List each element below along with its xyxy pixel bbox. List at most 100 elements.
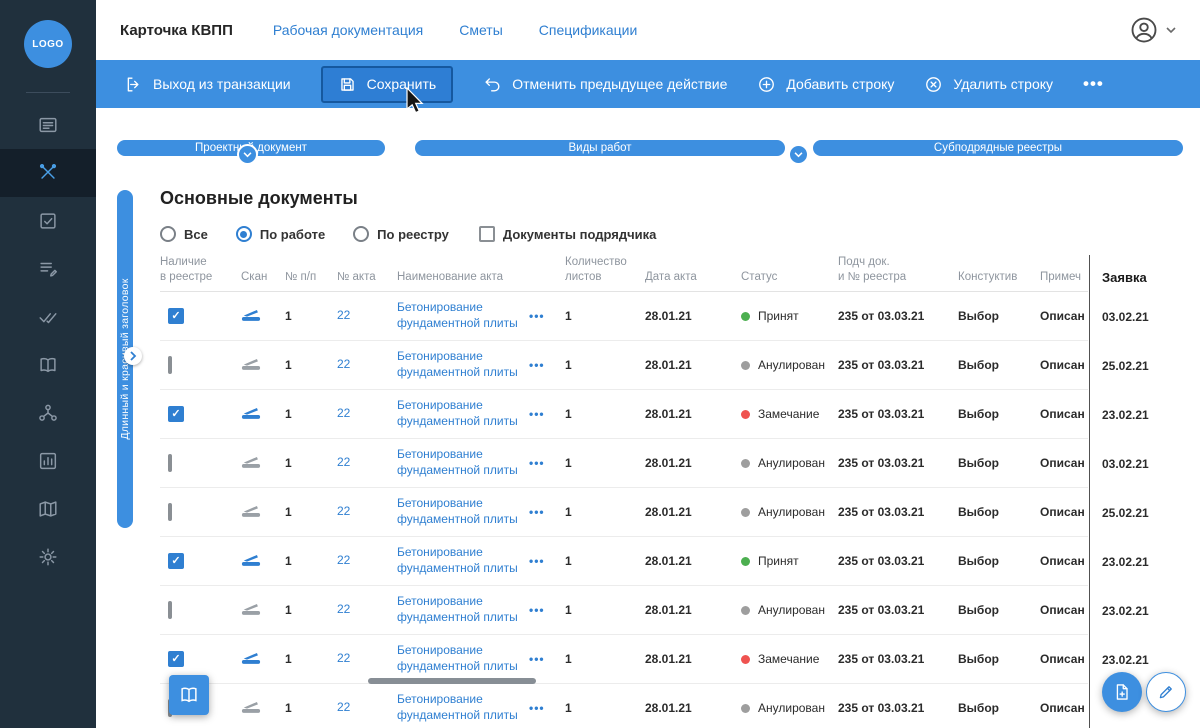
radio-icon[interactable]	[353, 226, 370, 242]
exit-transaction-button[interactable]: Выход из транзакции	[124, 75, 291, 94]
act-name-link[interactable]: Бетонирование фундаментной плиты	[397, 692, 521, 723]
radio-icon[interactable]	[235, 226, 252, 242]
row-menu-button[interactable]: •••	[529, 652, 545, 666]
act-number-link[interactable]: 22	[337, 308, 350, 322]
filter-radio-option[interactable]: Все	[160, 226, 208, 242]
act-number-link[interactable]: 22	[337, 455, 350, 469]
row-menu-button[interactable]: •••	[529, 309, 545, 323]
scan-icon[interactable]	[241, 601, 261, 616]
collapsed-panel-tab[interactable]: Длинный и красивый заголовок	[117, 190, 142, 528]
pill-expand-button-2[interactable]	[788, 144, 809, 165]
scan-icon[interactable]	[241, 307, 261, 322]
constructive-value: Выбор	[958, 358, 999, 372]
act-name-link[interactable]: Бетонирование фундаментной плиты	[397, 594, 521, 625]
request-date: 25.02.21	[1102, 505, 1149, 520]
scan-icon[interactable]	[241, 699, 261, 714]
note-value: Описан	[1040, 505, 1085, 519]
row-select-checkbox[interactable]: ✓	[168, 553, 184, 569]
checkbox-icon[interactable]	[478, 226, 495, 242]
row-menu-button[interactable]: •••	[529, 407, 545, 421]
horizontal-scrollbar-thumb[interactable]	[368, 678, 536, 684]
row-select-checkbox[interactable]: ✓	[168, 308, 184, 324]
app-logo[interactable]: LOGO	[24, 20, 72, 68]
toolbar-more-button[interactable]: •••	[1083, 74, 1104, 94]
save-button[interactable]: Сохранить	[320, 65, 454, 103]
act-number-link[interactable]: 22	[337, 406, 350, 420]
act-number-link[interactable]: 22	[337, 651, 350, 665]
act-name-link[interactable]: Бетонирование фундаментной плиты	[397, 447, 521, 478]
pill-subcontract-registries[interactable]: Субподрядные реестры	[813, 140, 1183, 156]
sidebar-item-journal[interactable]	[0, 341, 96, 389]
act-date: 28.01.21	[645, 603, 692, 617]
act-name-link[interactable]: Бетонирование фундаментной плиты	[397, 643, 521, 674]
row-menu-button[interactable]: •••	[529, 456, 545, 470]
chevron-down-icon	[1166, 26, 1176, 33]
expand-panel-button[interactable]	[124, 347, 142, 365]
status-dot	[741, 311, 750, 321]
row-menu-button[interactable]: •••	[529, 505, 545, 519]
nav-working-documentation[interactable]: Рабочая документация	[273, 22, 423, 38]
act-name-link[interactable]: Бетонирование фундаментной плиты	[397, 300, 521, 331]
request-column: Заявка 03.02.21 25.02.21 23.02.21 03.02.21 2…	[1089, 255, 1200, 728]
undo-label: Отменить предыдущее действие	[512, 76, 728, 92]
sheet-count: 1	[565, 505, 572, 519]
row-select-checkbox[interactable]	[168, 601, 172, 619]
act-name-link[interactable]: Бетонирование фундаментной плиты	[397, 349, 521, 380]
row-menu-button[interactable]: •••	[529, 358, 545, 372]
scan-icon[interactable]	[241, 650, 261, 665]
undo-icon	[485, 77, 500, 92]
pill-expand-button-1[interactable]	[237, 144, 258, 165]
act-number-link[interactable]: 22	[337, 504, 350, 518]
sidebar-item-reports[interactable]	[0, 437, 96, 485]
delete-row-button[interactable]: Удалить строку	[924, 75, 1053, 94]
filter-radio-option[interactable]: По реестру	[353, 226, 449, 242]
sidebar-item-settings[interactable]	[0, 533, 96, 581]
scan-icon[interactable]	[241, 552, 261, 567]
row-menu-button[interactable]: •••	[529, 554, 545, 568]
row-select-checkbox[interactable]	[168, 454, 172, 472]
act-number-link[interactable]: 22	[337, 553, 350, 567]
request-date: 23.02.21	[1102, 407, 1149, 422]
radio-icon[interactable]	[160, 226, 176, 242]
row-select-checkbox[interactable]	[168, 356, 172, 374]
sheet-count: 1	[565, 603, 572, 617]
nav-specifications[interactable]: Спецификации	[539, 22, 638, 38]
user-menu[interactable]	[1129, 15, 1176, 45]
sidebar-item-approvals[interactable]	[0, 293, 96, 341]
open-book-icon	[181, 687, 197, 703]
table-row: ✓ 1 22 Бетонирование фундаментной плиты ••• 1…	[160, 390, 1088, 439]
scan-icon[interactable]	[241, 454, 261, 469]
filter-radio-option[interactable]: По работе	[235, 226, 325, 242]
sidebar-item-acts[interactable]	[0, 197, 96, 245]
add-row-button[interactable]: Добавить строку	[757, 75, 894, 94]
contractor-filter[interactable]: Документы подрядчика	[478, 226, 656, 242]
act-number-link[interactable]: 22	[337, 602, 350, 616]
edit-fab[interactable]	[1146, 672, 1186, 712]
sidebar-item-contractors[interactable]	[0, 389, 96, 437]
sidebar-item-documents[interactable]	[0, 245, 96, 293]
sidebar-item-library[interactable]	[0, 485, 96, 533]
act-number-link[interactable]: 22	[337, 700, 350, 714]
row-menu-button[interactable]: •••	[529, 701, 545, 715]
act-name-link[interactable]: Бетонирование фундаментной плиты	[397, 398, 521, 429]
nav-estimates[interactable]: Сметы	[459, 22, 503, 38]
note-value: Описан	[1040, 701, 1085, 715]
undo-button[interactable]: Отменить предыдущее действие	[483, 75, 727, 94]
scan-icon[interactable]	[241, 356, 261, 371]
add-document-fab[interactable]	[1102, 672, 1142, 712]
row-select-checkbox[interactable]: ✓	[168, 651, 184, 667]
act-name-link[interactable]: Бетонирование фундаментной плиты	[397, 545, 521, 576]
act-name-link[interactable]: Бетонирование фундаментной плиты	[397, 496, 521, 527]
row-menu-button[interactable]: •••	[529, 603, 545, 617]
row-select-checkbox[interactable]: ✓	[168, 406, 184, 422]
journal-button[interactable]	[169, 675, 209, 715]
row-select-checkbox[interactable]	[168, 503, 172, 521]
sidebar-item-tools[interactable]	[0, 149, 96, 197]
act-number-link[interactable]: 22	[337, 357, 350, 371]
scan-icon[interactable]	[241, 503, 261, 518]
act-date: 28.01.21	[645, 701, 692, 715]
sidebar-item-registry[interactable]	[0, 101, 96, 149]
pill-work-types[interactable]: Виды работ	[415, 140, 785, 156]
scan-icon[interactable]	[241, 405, 261, 420]
col-header-num: № п/п	[285, 270, 317, 283]
